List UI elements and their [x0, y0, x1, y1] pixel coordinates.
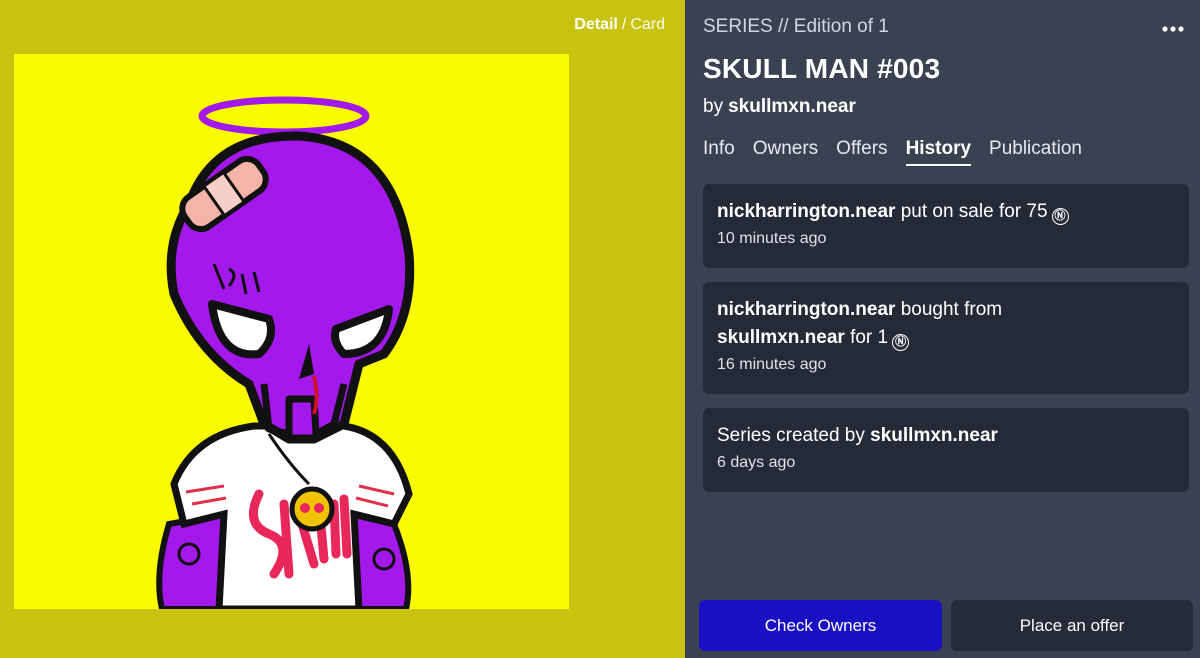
tab-info[interactable]: Info [703, 138, 735, 166]
near-icon: Ⓝ [892, 334, 910, 351]
card-view-link[interactable]: Card [630, 16, 665, 33]
near-icon: Ⓝ [1051, 208, 1069, 225]
tab-offers[interactable]: Offers [836, 138, 887, 166]
detail-view-link[interactable]: Detail [574, 16, 618, 33]
history-action: bought from [900, 299, 1003, 320]
history-price: for 1 [850, 327, 889, 348]
more-options-button[interactable] [1160, 18, 1186, 40]
history-description: Series created by skullmxn.near [717, 422, 1175, 450]
details-panel: SERIES // Edition of 1 SKULL MAN #003 by… [685, 0, 1200, 658]
creator-link[interactable]: skullmxn.near [728, 96, 856, 117]
history-timestamp: 10 minutes ago [717, 230, 827, 247]
page-title: SKULL MAN #003 [703, 53, 941, 84]
artwork-pane: Detail / Card [0, 0, 685, 658]
history-timestamp: 16 minutes ago [717, 356, 827, 373]
place-offer-button[interactable]: Place an offer [951, 600, 1193, 651]
history-counterparty-link[interactable]: skullmxn.near [717, 327, 845, 348]
more-dots-icon [1162, 26, 1184, 32]
series-edition-label: SERIES // Edition of 1 [703, 16, 889, 37]
history-description: nickharrington.near bought from skullmxn… [717, 296, 1175, 352]
history-timestamp: 6 days ago [717, 454, 796, 471]
by-label: by [703, 96, 724, 117]
history-action: Series created by [717, 425, 865, 446]
history-item: Series created by skullmxn.near 6 days a… [703, 408, 1189, 492]
skull-man-illustration [156, 96, 415, 609]
creator-line: by skullmxn.near [703, 96, 856, 118]
tab-publication[interactable]: Publication [989, 138, 1082, 166]
history-item: nickharrington.near bought from skullmxn… [703, 282, 1189, 394]
history-action: put on sale for 75 [900, 201, 1048, 222]
history-user-link[interactable]: skullmxn.near [870, 425, 998, 446]
tab-history[interactable]: History [905, 138, 972, 166]
view-toggle-separator: / [621, 16, 627, 33]
check-owners-button[interactable]: Check Owners [699, 600, 942, 651]
nft-artwork-image[interactable] [14, 54, 569, 609]
history-description: nickharrington.near put on sale for 75 Ⓝ [717, 198, 1175, 226]
history-user-link[interactable]: nickharrington.near [717, 299, 895, 320]
view-toggle: Detail / Card [574, 16, 665, 34]
history-user-link[interactable]: nickharrington.near [717, 201, 895, 222]
history-item: nickharrington.near put on sale for 75 Ⓝ … [703, 184, 1189, 268]
tab-bar: Info Owners Offers History Publication [703, 138, 1082, 166]
tab-owners[interactable]: Owners [753, 138, 818, 166]
